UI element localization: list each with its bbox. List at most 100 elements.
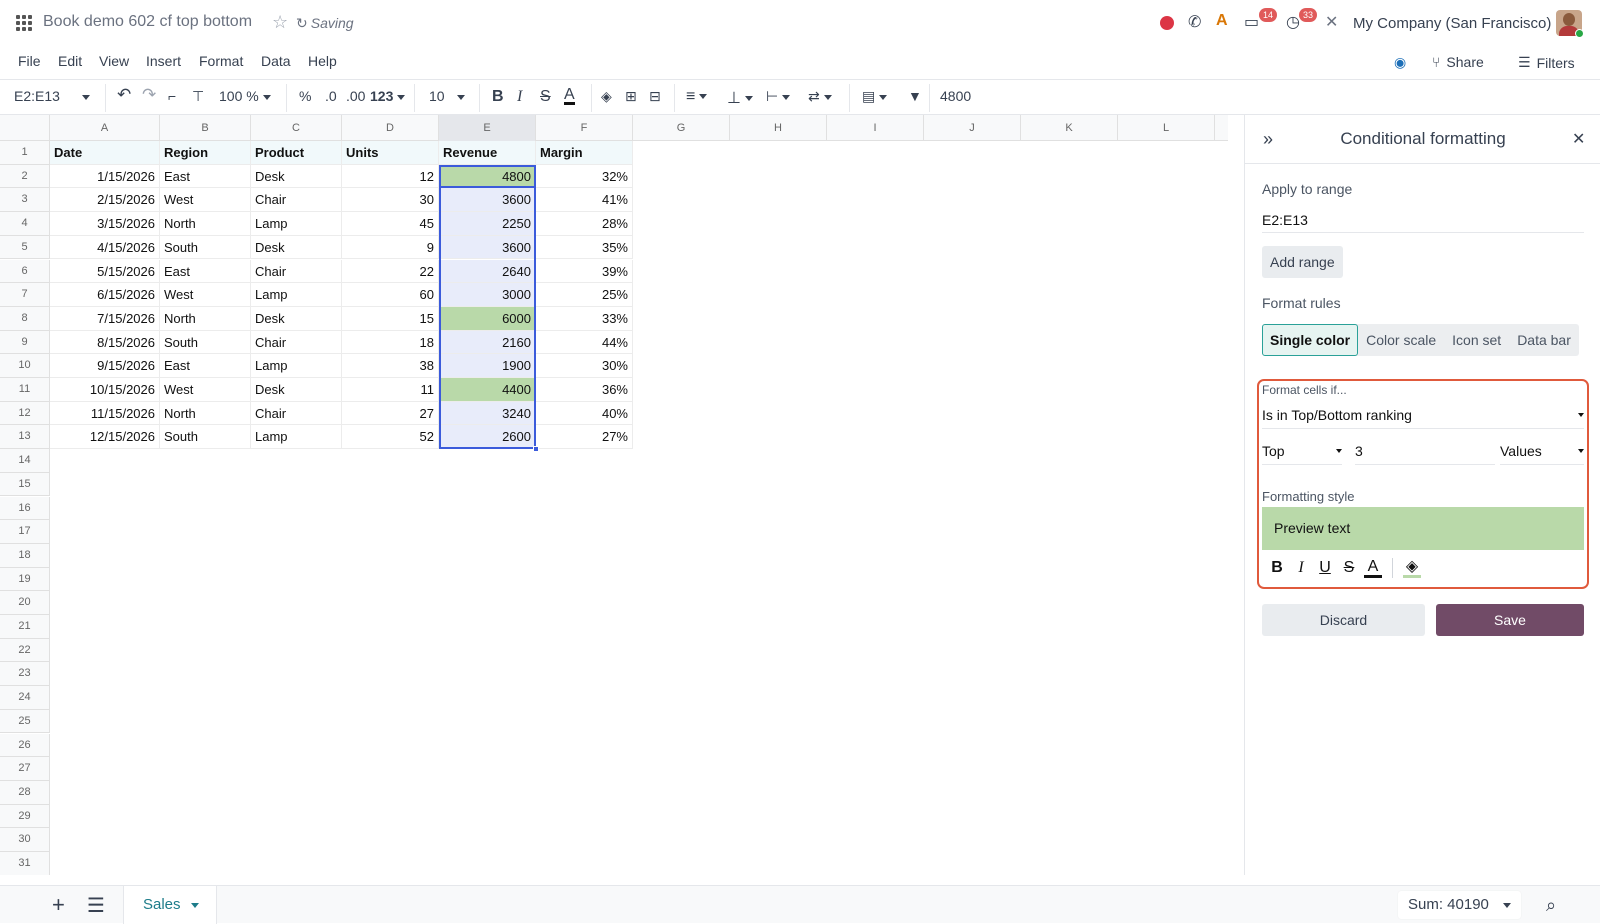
row-header[interactable]: 29 xyxy=(0,804,50,829)
cell[interactable]: 10/15/2026 xyxy=(50,378,160,402)
cell[interactable]: Chair xyxy=(251,330,342,355)
company-switcher[interactable]: My Company (San Francisco) xyxy=(1353,15,1551,32)
filters-button[interactable]: ☰ Filters xyxy=(1518,54,1575,71)
tab-color-scale[interactable]: Color scale xyxy=(1358,324,1444,356)
row-header[interactable]: 28 xyxy=(0,780,50,805)
cell[interactable]: Desk xyxy=(251,235,342,260)
row-header[interactable]: 3 xyxy=(0,188,50,213)
cell[interactable]: 6/15/2026 xyxy=(50,283,160,307)
row-header[interactable]: 17 xyxy=(0,520,50,544)
cell[interactable]: 27 xyxy=(342,401,439,426)
row-header[interactable]: 26 xyxy=(0,733,50,758)
row-header[interactable]: 4 xyxy=(0,212,50,236)
messages-icon[interactable]: ▭ xyxy=(1244,12,1259,32)
cell[interactable]: 3000 xyxy=(439,283,536,307)
discard-button[interactable]: Discard xyxy=(1262,604,1425,636)
cell[interactable]: 3240 xyxy=(439,401,536,426)
apps-menu-icon[interactable] xyxy=(16,15,32,31)
column-header[interactable]: D xyxy=(342,115,439,141)
cell[interactable]: 30 xyxy=(342,188,439,213)
autofill-handle[interactable] xyxy=(533,446,539,453)
cell[interactable]: 2250 xyxy=(439,212,536,236)
cell[interactable]: 11/15/2026 xyxy=(50,401,160,426)
row-header[interactable]: 15 xyxy=(0,472,50,497)
cell[interactable]: 30% xyxy=(536,354,633,378)
cell[interactable]: Desk xyxy=(251,378,342,402)
cell[interactable]: East xyxy=(160,259,251,284)
undo-icon[interactable]: ↶ xyxy=(117,85,131,105)
column-header[interactable]: A xyxy=(50,115,160,141)
italic-icon[interactable]: I xyxy=(1292,559,1310,577)
row-header[interactable]: 22 xyxy=(0,638,50,663)
font-size-select[interactable]: 10 xyxy=(429,88,465,104)
cell[interactable]: Lamp xyxy=(251,425,342,450)
cell[interactable]: 12 xyxy=(342,164,439,189)
increase-decimal-button[interactable]: .00 xyxy=(346,88,365,104)
redo-icon[interactable]: ↷ xyxy=(142,85,156,105)
cell[interactable]: Lamp xyxy=(251,212,342,236)
cell[interactable]: South xyxy=(160,235,251,260)
add-sheet-icon[interactable]: + xyxy=(52,892,65,918)
record-icon[interactable] xyxy=(1160,16,1174,30)
row-header[interactable]: 1 xyxy=(0,141,50,165)
bold-icon[interactable]: B xyxy=(492,88,504,106)
row-header[interactable]: 14 xyxy=(0,449,50,473)
cell[interactable]: 3/15/2026 xyxy=(50,212,160,236)
menu-view[interactable]: View xyxy=(99,53,129,69)
clear-format-icon[interactable]: ⊤ xyxy=(192,88,204,105)
cell[interactable]: 32% xyxy=(536,164,633,189)
text-wrap-icon[interactable]: ⊢ xyxy=(766,88,791,105)
formula-bar[interactable]: 4800 xyxy=(940,88,971,104)
add-range-button[interactable]: Add range xyxy=(1262,246,1343,278)
menu-edit[interactable]: Edit xyxy=(58,53,82,69)
cell[interactable]: 7/15/2026 xyxy=(50,306,160,331)
cell[interactable]: Date xyxy=(50,141,160,165)
row-header[interactable]: 18 xyxy=(0,543,50,568)
column-header[interactable]: J xyxy=(924,115,1021,141)
row-header[interactable]: 27 xyxy=(0,757,50,781)
cell[interactable]: South xyxy=(160,425,251,450)
menu-data[interactable]: Data xyxy=(261,53,291,69)
column-header[interactable]: C xyxy=(251,115,342,141)
column-header[interactable]: L xyxy=(1118,115,1215,141)
column-header[interactable]: F xyxy=(536,115,633,141)
cell[interactable]: 28% xyxy=(536,212,633,236)
row-header[interactable]: 2 xyxy=(0,164,50,189)
condition-select[interactable]: Is in Top/Bottom ranking xyxy=(1262,401,1584,429)
row-header[interactable]: 13 xyxy=(0,425,50,450)
close-icon[interactable]: ✕ xyxy=(1572,129,1585,149)
row-header[interactable]: 21 xyxy=(0,615,50,639)
cell[interactable]: Chair xyxy=(251,401,342,426)
cell[interactable]: 41% xyxy=(536,188,633,213)
select-all-corner[interactable] xyxy=(0,115,50,141)
row-header[interactable]: 5 xyxy=(0,235,50,260)
cell[interactable]: North xyxy=(160,212,251,236)
document-title[interactable]: Book demo 602 cf top bottom xyxy=(43,13,252,31)
cell[interactable]: 36% xyxy=(536,378,633,402)
cell[interactable]: Chair xyxy=(251,259,342,284)
cell[interactable]: 5/15/2026 xyxy=(50,259,160,284)
row-header[interactable]: 8 xyxy=(0,306,50,331)
column-header[interactable]: H xyxy=(730,115,827,141)
sheet-list-icon[interactable]: ☰ xyxy=(87,893,105,918)
rank-count-input[interactable]: 3 xyxy=(1355,437,1495,465)
cell[interactable]: Product xyxy=(251,141,342,165)
cell[interactable]: 2160 xyxy=(439,330,536,355)
decrease-decimal-button[interactable]: .0 xyxy=(325,88,337,104)
cell[interactable]: 8/15/2026 xyxy=(50,330,160,355)
menu-help[interactable]: Help xyxy=(308,53,337,69)
cell[interactable]: Region xyxy=(160,141,251,165)
cell[interactable]: 33% xyxy=(536,306,633,331)
cell[interactable]: 1/15/2026 xyxy=(50,164,160,189)
phone-icon[interactable]: ✆ xyxy=(1188,12,1201,32)
find-replace-icon[interactable]: ⌕ xyxy=(1546,895,1556,916)
row-header[interactable]: 7 xyxy=(0,283,50,307)
strikethrough-icon[interactable]: S xyxy=(540,88,551,106)
cell[interactable]: 39% xyxy=(536,259,633,284)
row-header[interactable]: 11 xyxy=(0,378,50,402)
row-header[interactable]: 9 xyxy=(0,330,50,355)
fill-color-icon[interactable]: ◈ xyxy=(1403,558,1421,578)
row-header[interactable]: 10 xyxy=(0,354,50,378)
cell[interactable]: East xyxy=(160,164,251,189)
rank-unit-select[interactable]: Values xyxy=(1500,437,1584,465)
